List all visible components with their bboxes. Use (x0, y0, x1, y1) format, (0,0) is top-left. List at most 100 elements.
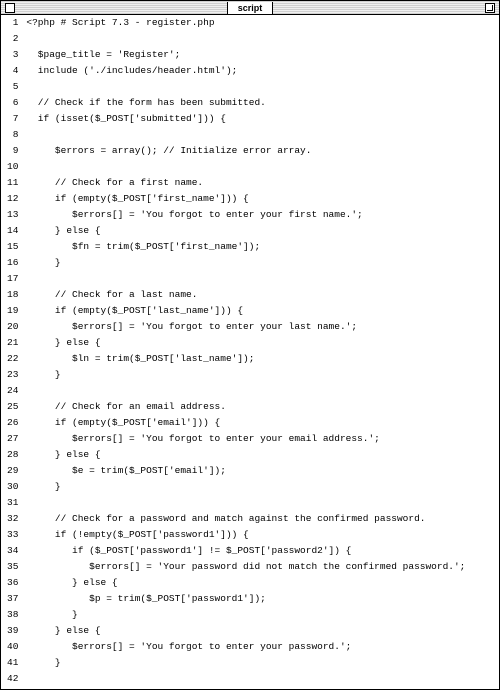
line-number: 39 (1, 623, 26, 639)
code-line: 39 } else { (1, 623, 499, 639)
code-line: 14 } else { (1, 223, 499, 239)
line-text[interactable]: if (empty($_POST['last_name'])) { (26, 303, 499, 319)
line-number: 13 (1, 207, 26, 223)
code-line: 13 $errors[] = 'You forgot to enter your… (1, 207, 499, 223)
code-line: 34 if ($_POST['password1'] != $_POST['pa… (1, 543, 499, 559)
line-text[interactable]: } (26, 479, 499, 495)
line-number: 6 (1, 95, 26, 111)
line-number: 19 (1, 303, 26, 319)
line-number: 22 (1, 351, 26, 367)
code-line: 37 $p = trim($_POST['password1']); (1, 591, 499, 607)
code-line: 35 $errors[] = 'Your password did not ma… (1, 559, 499, 575)
code-line: 10 (1, 159, 499, 175)
line-text[interactable]: } else { (26, 223, 499, 239)
line-number: 36 (1, 575, 26, 591)
line-text[interactable]: if (isset($_POST['submitted'])) { (26, 111, 499, 127)
window-title: script (227, 2, 274, 14)
line-number: 16 (1, 255, 26, 271)
line-text[interactable]: $fn = trim($_POST['first_name']); (26, 239, 499, 255)
code-line: 31 (1, 495, 499, 511)
line-number: 4 (1, 63, 26, 79)
line-text[interactable]: } else { (26, 335, 499, 351)
line-number: 14 (1, 223, 26, 239)
line-text[interactable]: // Check if the form has been submitted. (26, 95, 499, 111)
line-number: 35 (1, 559, 26, 575)
line-text[interactable]: $errors[] = 'You forgot to enter your fi… (26, 207, 499, 223)
line-text[interactable]: // Check for a last name. (26, 287, 499, 303)
line-text[interactable]: if (empty($_POST['first_name'])) { (26, 191, 499, 207)
line-text[interactable]: } else { (26, 447, 499, 463)
title-wrap: script (15, 2, 485, 14)
line-text[interactable]: } (26, 255, 499, 271)
code-line: 8 (1, 127, 499, 143)
code-line: 18 // Check for a last name. (1, 287, 499, 303)
close-icon[interactable] (5, 3, 15, 13)
line-text[interactable]: $errors[] = 'Your password did not match… (26, 559, 499, 575)
line-text[interactable]: $page_title = 'Register'; (26, 47, 499, 63)
line-text[interactable] (26, 31, 499, 47)
line-text[interactable]: $p = trim($_POST['password1']); (26, 591, 499, 607)
line-number: 18 (1, 287, 26, 303)
line-text[interactable]: $errors[] = 'You forgot to enter your em… (26, 431, 499, 447)
code-line: 21 } else { (1, 335, 499, 351)
line-number: 17 (1, 271, 26, 287)
line-text[interactable] (26, 271, 499, 287)
code-line: 20 $errors[] = 'You forgot to enter your… (1, 319, 499, 335)
code-line: 1<?php # Script 7.3 - register.php (1, 15, 499, 31)
line-number: 27 (1, 431, 26, 447)
line-text[interactable]: $errors[] = 'You forgot to enter your la… (26, 319, 499, 335)
line-text[interactable]: if ($_POST['password1'] != $_POST['passw… (26, 543, 499, 559)
line-text[interactable]: // Check for a password and match agains… (26, 511, 499, 527)
line-text[interactable] (26, 127, 499, 143)
zoom-icon[interactable] (485, 3, 495, 13)
line-number: 23 (1, 367, 26, 383)
line-number: 21 (1, 335, 26, 351)
line-number: 15 (1, 239, 26, 255)
code-line: 23 } (1, 367, 499, 383)
line-text[interactable]: } else { (26, 623, 499, 639)
line-text[interactable]: $ln = trim($_POST['last_name']); (26, 351, 499, 367)
line-number: 32 (1, 511, 26, 527)
line-text[interactable]: if (!empty($_POST['password1'])) { (26, 527, 499, 543)
code-editor[interactable]: 1<?php # Script 7.3 - register.php23 $pa… (1, 15, 499, 689)
line-text[interactable]: } (26, 367, 499, 383)
code-line: 2 (1, 31, 499, 47)
code-line: 22 $ln = trim($_POST['last_name']); (1, 351, 499, 367)
line-text[interactable]: <?php # Script 7.3 - register.php (26, 15, 499, 31)
code-line: 25 // Check for an email address. (1, 399, 499, 415)
line-text[interactable] (26, 159, 499, 175)
line-text[interactable]: include ('./includes/header.html'); (26, 63, 499, 79)
code-line: 30 } (1, 479, 499, 495)
line-text[interactable]: $errors[] = 'You forgot to enter your pa… (26, 639, 499, 655)
line-text[interactable] (26, 671, 499, 687)
line-number: 11 (1, 175, 26, 191)
code-line: 19 if (empty($_POST['last_name'])) { (1, 303, 499, 319)
line-number: 29 (1, 463, 26, 479)
line-text[interactable]: $errors = array(); // Initialize error a… (26, 143, 499, 159)
line-text[interactable]: } (26, 607, 499, 623)
line-text[interactable] (26, 383, 499, 399)
code-line: 40 $errors[] = 'You forgot to enter your… (1, 639, 499, 655)
line-number: 12 (1, 191, 26, 207)
line-number: 1 (1, 15, 26, 31)
code-line: 15 $fn = trim($_POST['first_name']); (1, 239, 499, 255)
code-line: 3 $page_title = 'Register'; (1, 47, 499, 63)
code-line: 27 $errors[] = 'You forgot to enter your… (1, 431, 499, 447)
code-line: 6 // Check if the form has been submitte… (1, 95, 499, 111)
line-number: 2 (1, 31, 26, 47)
line-text[interactable] (26, 495, 499, 511)
code-line: 17 (1, 271, 499, 287)
line-text[interactable]: // Check for a first name. (26, 175, 499, 191)
line-text[interactable]: $e = trim($_POST['email']); (26, 463, 499, 479)
code-line: 5 (1, 79, 499, 95)
line-text[interactable]: } (26, 655, 499, 671)
line-text[interactable]: } else { (26, 575, 499, 591)
line-text[interactable]: if (empty($_POST['email'])) { (26, 415, 499, 431)
line-number: 5 (1, 79, 26, 95)
line-number: 30 (1, 479, 26, 495)
window-titlebar: script (1, 1, 499, 15)
line-text[interactable]: // Check for an email address. (26, 399, 499, 415)
editor-window: script 1<?php # Script 7.3 - register.ph… (0, 0, 500, 690)
line-text[interactable] (26, 79, 499, 95)
code-line: 11 // Check for a first name. (1, 175, 499, 191)
